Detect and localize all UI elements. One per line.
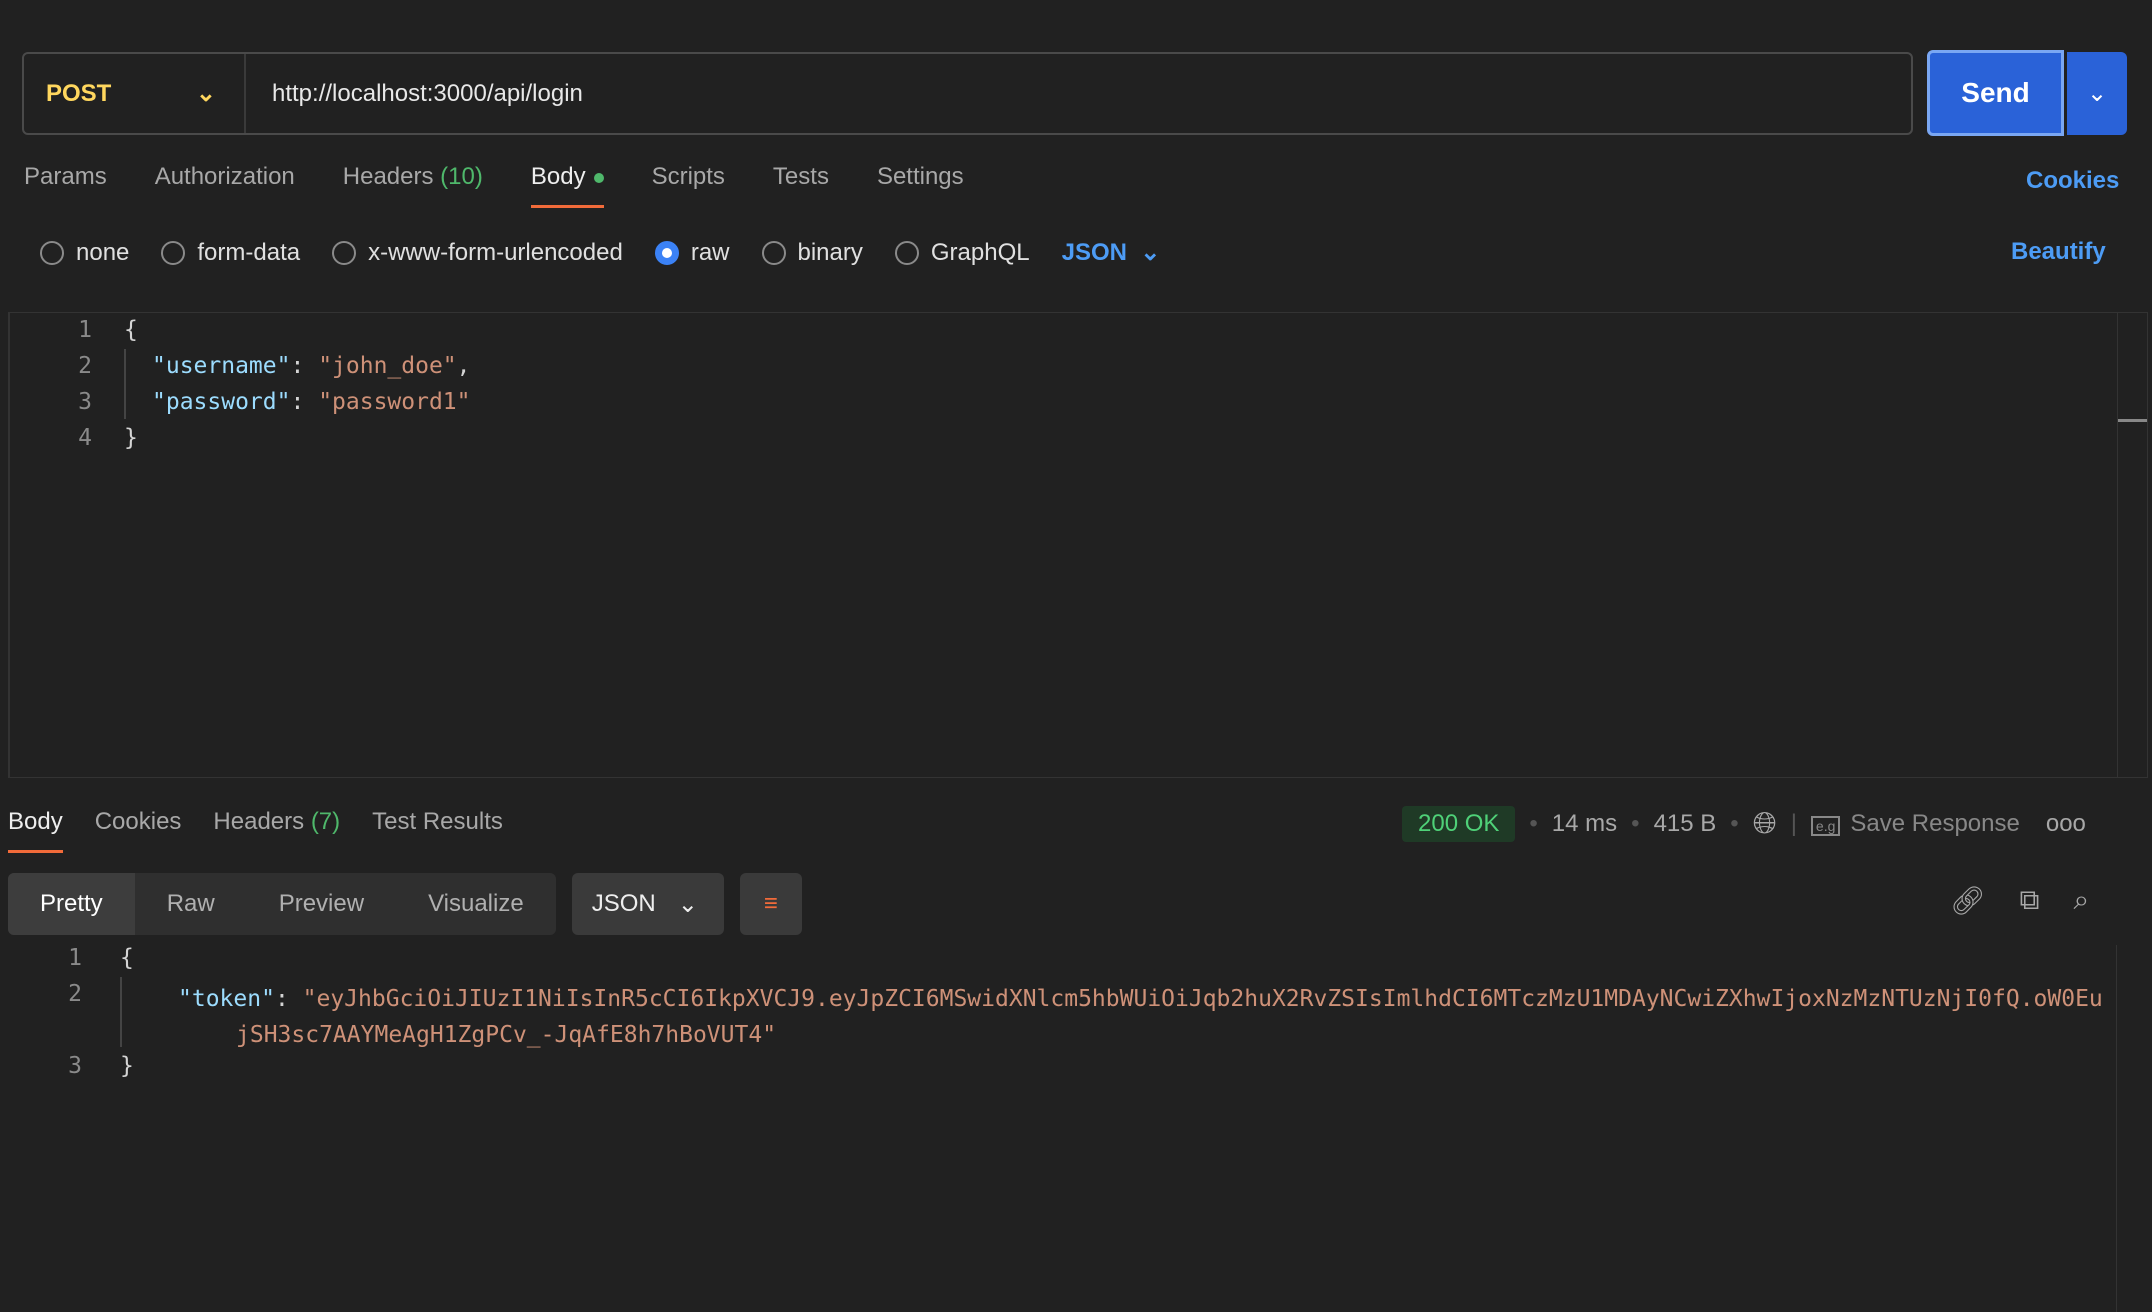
radio-graphql[interactable]: GraphQL: [894, 238, 1030, 267]
globe-icon[interactable]: 🌐︎: [1753, 807, 1777, 841]
radio-form-data[interactable]: form-data: [161, 239, 300, 267]
response-toolbar: Pretty Raw Preview Visualize JSON ⌄ ≡: [8, 873, 802, 935]
view-preview[interactable]: Preview: [247, 873, 396, 935]
radio-label: none: [76, 238, 130, 266]
scrollbar[interactable]: [2117, 313, 2147, 777]
line-number: 4: [78, 425, 92, 451]
format-label: JSON: [591, 890, 656, 917]
more-options-icon[interactable]: ooo: [2046, 810, 2086, 838]
json-key: "token": [178, 986, 275, 1012]
method-label: POST: [46, 79, 112, 107]
response-tab-headers[interactable]: Headers (7): [213, 808, 340, 853]
status-badge[interactable]: 200 OK: [1402, 806, 1516, 842]
response-tab-body[interactable]: Body: [8, 808, 63, 853]
line-number: 2: [68, 981, 82, 1007]
line-number: 3: [78, 389, 92, 415]
url-bar: POST ⌄ http://localhost:3000/api/login: [22, 52, 1913, 135]
json-value: "john_doe": [318, 353, 457, 379]
response-body-viewer[interactable]: 1 2 3 { "token": "eyJhbGciOiJIUzI1NiIsIn…: [0, 945, 2152, 1312]
indent-guide: [124, 349, 126, 419]
save-label: Save Response: [1850, 810, 2020, 837]
radio-raw[interactable]: raw: [654, 238, 730, 267]
response-time[interactable]: 14 ms: [1552, 810, 1617, 838]
view-pretty[interactable]: Pretty: [8, 873, 135, 935]
tab-headers[interactable]: Headers (10): [343, 163, 483, 208]
radio-label: GraphQL: [930, 238, 1030, 266]
response-tab-test-results[interactable]: Test Results: [372, 808, 503, 853]
radio-circle: [40, 240, 64, 265]
modified-dot: [593, 172, 604, 183]
search-icon[interactable]: ⌕: [2074, 884, 2090, 917]
line-number: 1: [68, 945, 82, 971]
tab-authorization[interactable]: Authorization: [155, 163, 295, 208]
response-format-select[interactable]: JSON ⌄: [571, 873, 724, 935]
wrap-lines-icon[interactable]: ≡: [739, 873, 802, 935]
radio-label: form-data: [197, 238, 301, 266]
headers-count: (7): [310, 808, 341, 835]
tab-params[interactable]: Params: [24, 163, 107, 208]
send-options-button[interactable]: ⌄: [2067, 52, 2127, 135]
radio-label: raw: [690, 238, 730, 266]
copy-icon[interactable]: ⧉: [2020, 884, 2040, 917]
radio-urlencoded[interactable]: x-www-form-urlencoded: [332, 239, 623, 267]
line-number: 1: [78, 317, 92, 343]
tab-settings[interactable]: Settings: [877, 163, 964, 208]
cookies-link[interactable]: Cookies: [2026, 167, 2119, 195]
radio-label: binary: [797, 238, 863, 266]
tab-label: Headers: [342, 163, 434, 190]
save-response-button[interactable]: e.g Save Response: [1810, 810, 2020, 838]
line-number: 3: [68, 1053, 82, 1079]
format-label: JSON: [1061, 239, 1127, 266]
radio-circle-selected: [654, 240, 679, 265]
json-key: "password": [152, 389, 291, 415]
tab-body[interactable]: Body: [530, 163, 604, 208]
radio-label: x-www-form-urlencoded: [368, 238, 623, 266]
radio-circle: [761, 240, 786, 265]
view-visualize[interactable]: Visualize: [396, 873, 556, 935]
response-tabs: Body Cookies Headers (7) Test Results: [8, 808, 535, 853]
indent-guide: [120, 977, 122, 1047]
link-icon[interactable]: 🔗︎: [1950, 884, 1986, 917]
response-meta: 200 OK • 14 ms • 415 B • 🌐︎ | e.g Save Respon…: [1402, 806, 2086, 842]
brace: }: [124, 425, 138, 451]
tab-tests[interactable]: Tests: [773, 163, 829, 208]
json-value: "password1": [318, 389, 471, 415]
view-mode-segment: Pretty Raw Preview Visualize: [8, 873, 556, 935]
chevron-down-icon: ⌄: [2086, 80, 2108, 107]
radio-circle: [332, 240, 357, 265]
chevron-down-icon: ⌄: [195, 80, 216, 107]
tab-label: Headers: [213, 808, 305, 835]
url-input[interactable]: http://localhost:3000/api/login: [246, 80, 583, 108]
scrollbar[interactable]: [2116, 945, 2152, 1312]
json-key: "username": [152, 353, 291, 379]
radio-binary[interactable]: binary: [761, 238, 863, 267]
method-select[interactable]: POST ⌄: [24, 54, 246, 133]
tab-scripts[interactable]: Scripts: [652, 163, 725, 208]
token-value: "eyJhbGciOiJIUzI1NiIsInR5cCI6IkpXVCJ9.ey…: [236, 986, 2103, 1048]
brace: }: [120, 1053, 134, 1079]
beautify-link[interactable]: Beautify: [2011, 238, 2106, 266]
response-size[interactable]: 415 B: [1654, 810, 1717, 838]
request-body-editor[interactable]: 1 2 3 4 { "username": "john_doe", "passw…: [8, 312, 2148, 778]
radio-circle: [161, 240, 186, 265]
response-tab-cookies[interactable]: Cookies: [95, 808, 182, 853]
radio-none[interactable]: none: [40, 239, 129, 267]
tab-label: Body: [530, 163, 586, 190]
radio-circle: [894, 240, 919, 265]
brace: {: [120, 945, 134, 971]
view-raw[interactable]: Raw: [135, 873, 247, 935]
body-type-radios: none form-data x-www-form-urlencoded raw…: [40, 238, 1160, 267]
headers-count: (10): [440, 163, 483, 190]
request-tabs: Params Authorization Headers (10) Body S…: [24, 163, 1012, 208]
chevron-down-icon: ⌄: [677, 890, 698, 918]
response-actions: 🔗︎ ⧉ ⌕: [1950, 884, 2089, 917]
brace: {: [124, 317, 138, 343]
body-format-select[interactable]: JSON ⌄: [1062, 238, 1161, 267]
send-button[interactable]: Send: [1927, 50, 2064, 136]
line-number: 2: [78, 353, 92, 379]
example-icon: e.g: [1810, 816, 1841, 836]
chevron-down-icon: ⌄: [1140, 239, 1161, 266]
